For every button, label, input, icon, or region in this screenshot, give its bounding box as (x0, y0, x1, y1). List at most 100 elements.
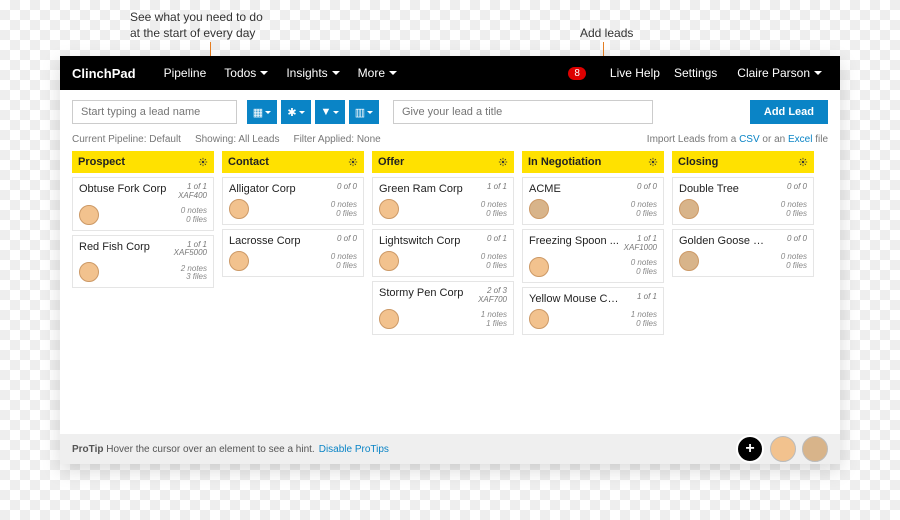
nav-label: More (358, 66, 385, 80)
column-header[interactable]: Contact (222, 151, 364, 173)
lead-progress: 0 of 0 (337, 235, 357, 244)
lead-card[interactable]: Green Ram Corp1 of 10 notes0 files (372, 177, 514, 225)
assignee-avatar[interactable] (379, 309, 399, 329)
chevron-down-icon (260, 71, 268, 75)
lead-card[interactable]: Alligator Corp0 of 00 notes0 files (222, 177, 364, 225)
chevron-down-icon (332, 71, 340, 75)
chevron-down-icon (814, 71, 822, 75)
nav-todos[interactable]: Todos (218, 62, 274, 84)
assignee-avatar[interactable] (79, 262, 99, 282)
assignee-avatar[interactable] (529, 199, 549, 219)
add-user-button[interactable]: + (736, 435, 764, 463)
lead-meta: 0 notes0 files (631, 259, 657, 277)
lead-card[interactable]: Obtuse Fork Corp1 of 1XAF4000 notes0 fil… (72, 177, 214, 231)
lead-name: Stormy Pen Corp (379, 287, 463, 299)
assignee-avatar[interactable] (529, 309, 549, 329)
lead-card[interactable]: ACME0 of 00 notes0 files (522, 177, 664, 225)
add-lead-button[interactable]: Add Lead (750, 100, 828, 124)
settings-button[interactable]: ✱ (281, 100, 311, 124)
lead-meta: 0 notes0 files (781, 201, 807, 219)
lead-meta: 1 notes0 files (631, 311, 657, 329)
assignee-avatar[interactable] (679, 199, 699, 219)
csv-link[interactable]: CSV (739, 134, 760, 145)
column-title: Closing (678, 156, 718, 168)
gear-icon[interactable] (798, 157, 808, 167)
lead-title-input[interactable] (393, 100, 653, 124)
nav-label: Insights (286, 66, 327, 80)
lead-name: Double Tree (679, 183, 739, 195)
lead-progress: 1 of 1 (487, 183, 507, 192)
nav-pipeline[interactable]: Pipeline (158, 62, 213, 84)
footer-avatars: + (736, 435, 828, 463)
column-header[interactable]: Prospect (72, 151, 214, 173)
columns-button[interactable]: ▥ (349, 100, 379, 124)
assignee-avatar[interactable] (379, 199, 399, 219)
lead-name: Freezing Spoon ... (529, 235, 619, 247)
notification-badge[interactable]: 8 (568, 67, 586, 80)
lead-card[interactable]: Yellow Mouse Corp 1 of 1 1 notes0 files (522, 287, 664, 335)
lead-card[interactable]: Golden Goose Corp0 of 00 notes0 files (672, 229, 814, 277)
filter-button[interactable]: ▼ (315, 100, 345, 124)
assignee-avatar[interactable] (229, 199, 249, 219)
lead-name: Red Fish Corp (79, 241, 150, 253)
gear-icon[interactable] (498, 157, 508, 167)
user-avatar[interactable] (770, 436, 796, 462)
gear-icon: ✱ (287, 106, 296, 119)
nav-more[interactable]: More (352, 62, 403, 84)
assignee-avatar[interactable] (679, 251, 699, 271)
chevron-down-icon (389, 71, 397, 75)
disable-protips-link[interactable]: Disable ProTips (319, 444, 389, 455)
nav-insights[interactable]: Insights (280, 62, 345, 84)
lead-card[interactable]: Stormy Pen Corp 2 of 3XAF700 1 notes1 file… (372, 281, 514, 335)
topbar: ClinchPad PipelineTodosInsightsMore 8 Li… (60, 56, 840, 90)
assignee-avatar[interactable] (379, 251, 399, 271)
callout-addleads: Add leads (580, 26, 633, 42)
protip-text: Hover the cursor over an element to see … (106, 444, 314, 455)
lead-meta: 1 notes1 files (481, 311, 507, 329)
applied-filter: Filter Applied: None (293, 134, 380, 145)
protip-label: ProTip (72, 444, 103, 455)
column-title: In Negotiation (528, 156, 601, 168)
grid-icon: ▦ (253, 106, 263, 119)
gear-icon[interactable] (348, 157, 358, 167)
lead-meta: 0 notes0 files (331, 253, 357, 271)
lead-name: Alligator Corp (229, 183, 296, 195)
chevron-down-icon (333, 111, 339, 114)
columns-icon: ▥ (355, 106, 365, 119)
lead-card[interactable]: Double Tree0 of 00 notes0 files (672, 177, 814, 225)
lead-progress: 1 of 1 (637, 293, 657, 302)
filters-row: Current Pipeline: Default Showing: All L… (60, 134, 840, 151)
excel-link[interactable]: Excel (788, 134, 812, 145)
live-help-link[interactable]: Live Help (610, 66, 660, 80)
gear-icon[interactable] (648, 157, 658, 167)
lead-meta: 0 notes0 files (781, 253, 807, 271)
column-header[interactable]: Closing (672, 151, 814, 173)
lead-card[interactable]: Freezing Spoon ...1 of 1XAF10000 notes0 … (522, 229, 664, 283)
kanban-board: Prospect Obtuse Fork Corp1 of 1XAF4000 no… (60, 151, 840, 335)
gear-icon[interactable] (198, 157, 208, 167)
user-menu[interactable]: Claire Parson (731, 62, 828, 84)
user-avatar[interactable] (802, 436, 828, 462)
filter-icon: ▼ (321, 106, 332, 118)
column-header[interactable]: Offer (372, 151, 514, 173)
column-title: Offer (378, 156, 404, 168)
lead-progress: 0 of 0 (337, 183, 357, 192)
lead-progress: 2 of 3XAF700 (478, 287, 507, 305)
lead-name: Yellow Mouse Corp (529, 293, 619, 305)
lead-card[interactable]: Red Fish Corp1 of 1XAF50002 notes3 files (72, 235, 214, 289)
assignee-avatar[interactable] (229, 251, 249, 271)
column-header[interactable]: In Negotiation (522, 151, 664, 173)
view-button[interactable]: ▦ (247, 100, 277, 124)
column-title: Prospect (78, 156, 125, 168)
lead-name: Lightswitch Corp (379, 235, 460, 247)
lead-progress: 1 of 1XAF400 (178, 183, 207, 201)
assignee-avatar[interactable] (79, 205, 99, 225)
column-title: Contact (228, 156, 269, 168)
lead-card[interactable]: Lacrosse Corp0 of 00 notes0 files (222, 229, 364, 277)
lead-meta: 0 notes0 files (181, 207, 207, 225)
search-lead-input[interactable] (72, 100, 237, 124)
lead-card[interactable]: Lightswitch Corp0 of 10 notes0 files (372, 229, 514, 277)
column: Closing Double Tree0 of 00 notes0 filesGo… (672, 151, 814, 335)
assignee-avatar[interactable] (529, 257, 549, 277)
settings-link[interactable]: Settings (674, 66, 717, 80)
